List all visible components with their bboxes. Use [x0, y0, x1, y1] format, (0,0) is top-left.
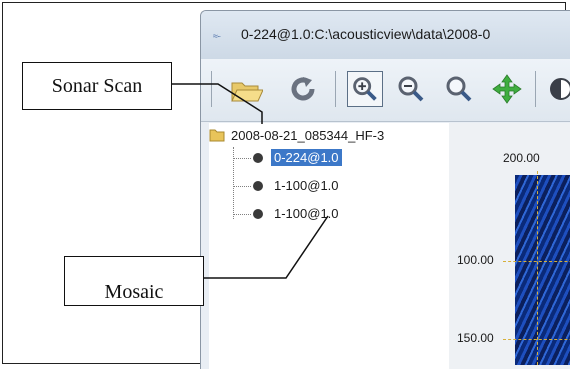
tree-root-label: 2008-08-21_085344_HF-3	[231, 128, 385, 143]
y-tick-label: 100.00	[457, 253, 494, 267]
zoom-out-button[interactable]	[393, 71, 429, 107]
tree-connector	[233, 214, 251, 215]
sonar-scan-callout: Sonar Scan	[22, 62, 172, 110]
y-tick-label: 150.00	[457, 331, 494, 345]
dataset-tree: 2008-08-21_085344_HF-3 0-224@1.0 1-100@1…	[209, 123, 450, 369]
title-bar: ≈∙∙ 0-224@1.0:C:\acousticview\data\2008-…	[201, 11, 570, 59]
window-title: 0-224@1.0:C:\acousticview\data\2008-0	[241, 26, 491, 42]
toolbar-separator	[211, 71, 212, 107]
magnify-button[interactable]	[441, 71, 477, 107]
open-folder-button[interactable]	[227, 71, 264, 107]
view-mode-button[interactable]	[543, 71, 570, 107]
dataset-dot-icon	[253, 181, 263, 191]
half-circle-icon	[550, 78, 570, 100]
grid-line	[503, 339, 570, 340]
pan-button[interactable]	[489, 71, 525, 107]
folder-open-icon	[231, 82, 264, 102]
magnify-icon	[446, 76, 472, 102]
x-tick-label: 200.00	[503, 151, 540, 165]
mosaic-callout: Mosaic	[64, 256, 204, 306]
zoom-in-button[interactable]	[347, 71, 383, 107]
dataset-dot-icon	[253, 153, 263, 163]
tree-connector	[233, 158, 251, 159]
refresh-button[interactable]	[285, 71, 321, 107]
tree-item-label: 1-100@1.0	[274, 178, 339, 193]
refresh-icon	[291, 77, 315, 101]
toolbar	[201, 59, 570, 122]
app-wave-icon: ≈∙∙	[213, 31, 221, 41]
sonar-scan-callout-label: Sonar Scan	[51, 75, 143, 97]
mosaic-callout-label: Mosaic	[104, 281, 164, 303]
zoom-in-icon	[353, 77, 377, 101]
grid-line	[537, 171, 538, 365]
zoom-out-icon	[398, 76, 424, 102]
pan-arrows-icon	[492, 74, 522, 104]
tree-connector	[233, 186, 251, 187]
toolbar-separator	[535, 71, 536, 107]
sonar-image	[515, 175, 570, 365]
grid-line	[503, 261, 570, 262]
toolbar-separator	[335, 71, 336, 107]
folder-icon	[209, 129, 225, 142]
app-window: ≈∙∙ 0-224@1.0:C:\acousticview\data\2008-…	[200, 10, 570, 369]
sonar-view-pane[interactable]: 200.00 100.00 150.00	[449, 123, 570, 369]
tree-item-label: 0-224@1.0	[271, 149, 342, 166]
dataset-dot-icon	[253, 209, 263, 219]
tree-item-label: 1-100@1.0	[274, 206, 339, 221]
